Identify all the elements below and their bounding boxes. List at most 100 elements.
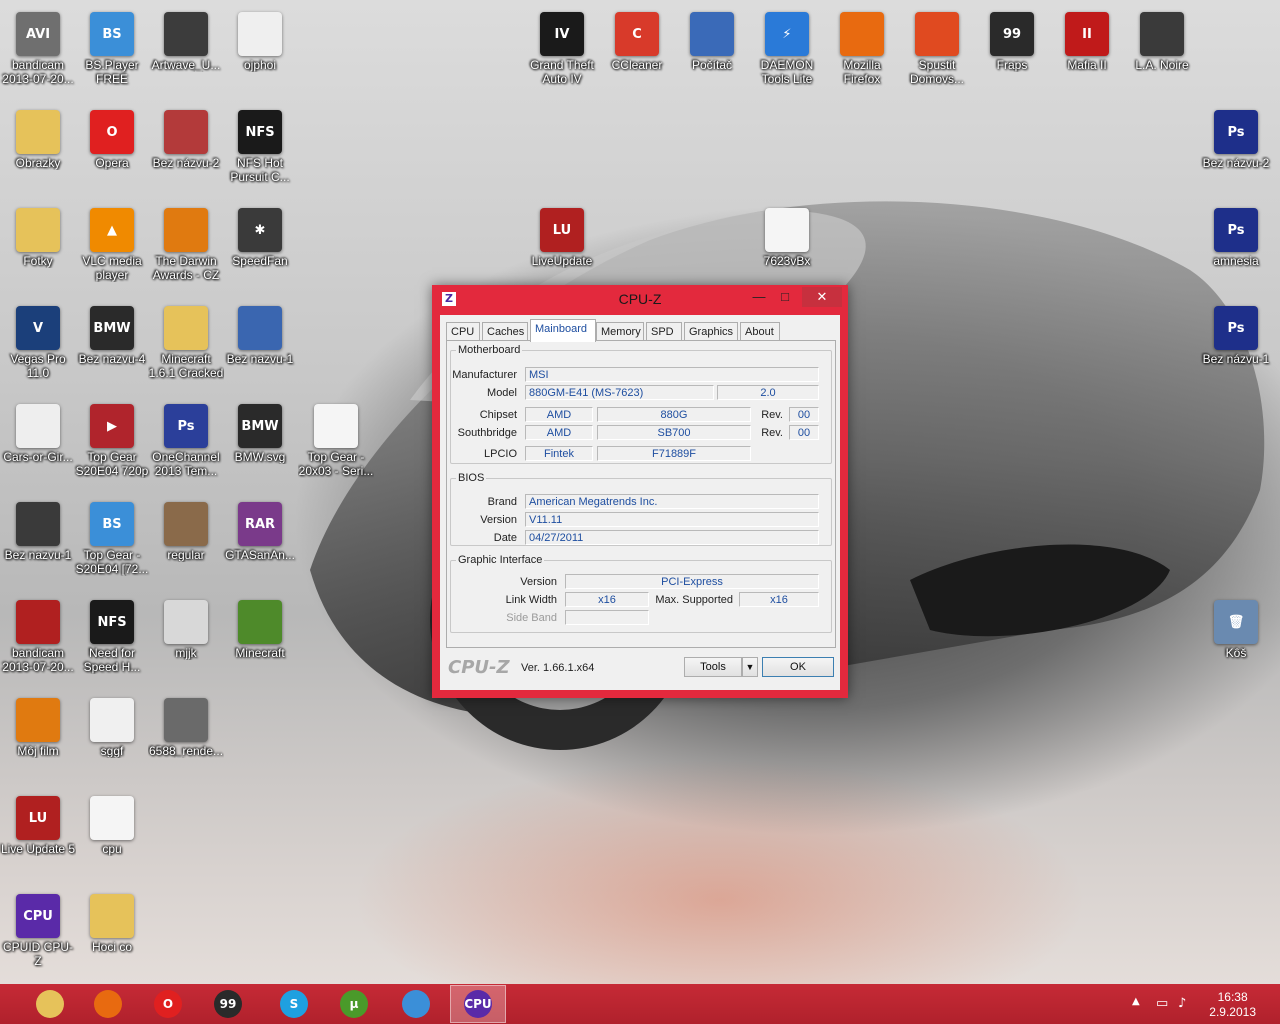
desktop-icon[interactable]: cpu	[74, 792, 150, 888]
desktop-icon-label: Spustit Domovs...	[909, 58, 964, 86]
desktop-icon[interactable]: Ps Bez názvu-2	[1198, 106, 1274, 202]
desktop-icon[interactable]: IV Grand Theft Auto IV	[524, 8, 600, 104]
desktop-icon[interactable]: ▲ VLC media player	[74, 204, 150, 300]
desktop-icon[interactable]: sggf	[74, 694, 150, 790]
desktop-icon[interactable]: Spustit Domovs...	[899, 8, 975, 104]
desktop-icon[interactable]: regular	[148, 498, 224, 594]
taskbar-cpu-z-button[interactable]: CPU	[450, 985, 506, 1023]
desktop-icon[interactable]: 6588_rende...	[148, 694, 224, 790]
desktop-icon[interactable]: ojphoi	[222, 8, 298, 104]
ok-button[interactable]: OK	[762, 657, 834, 677]
tools-button[interactable]: Tools	[684, 657, 742, 677]
desktop-icon[interactable]: Ps Bez názvu-1	[1198, 302, 1274, 398]
desktop-icon[interactable]: bandicam 2013-07-20...	[0, 596, 76, 692]
tab-about[interactable]: About	[740, 322, 780, 341]
chipset-vendor-value: AMD	[525, 407, 593, 422]
desktop-icon[interactable]: CPU CPUID CPU-Z	[0, 890, 76, 986]
tab-spd[interactable]: SPD	[646, 322, 682, 341]
volume-icon[interactable]: ♪	[1178, 996, 1186, 1011]
taskbar-file-explorer-button[interactable]	[22, 985, 78, 1023]
desktop-icon-label: Minecraft	[235, 646, 285, 660]
minimize-icon[interactable]: —	[746, 287, 772, 307]
desktop-icon[interactable]: Minecraft	[222, 596, 298, 692]
desktop-icon[interactable]: Obrazky	[0, 106, 76, 202]
taskbar-opera-button[interactable]: O	[140, 985, 196, 1023]
desktop-icon[interactable]: C CCleaner	[599, 8, 675, 104]
desktop-icon[interactable]: Hoci co	[74, 890, 150, 986]
taskbar-fraps-button[interactable]: 99	[200, 985, 256, 1023]
desktop-icon-label: sggf	[100, 744, 124, 758]
desktop-icon[interactable]: Mozilla Firefox	[824, 8, 900, 104]
desktop-app-icon	[164, 698, 208, 742]
firefox-icon	[94, 990, 122, 1018]
desktop-icon[interactable]: Bez nazvu-1	[222, 302, 298, 398]
desktop-icon[interactable]: 🗑 Kôš	[1198, 596, 1274, 692]
close-button[interactable]: ✕	[802, 287, 842, 307]
tray-expand-icon[interactable]: ▲	[1132, 996, 1140, 1007]
tab-cpu[interactable]: CPU	[446, 322, 480, 341]
version-text: Ver. 1.66.1.x64	[521, 662, 595, 674]
bios-date-label: Date	[493, 532, 517, 544]
desktop-icon[interactable]: Artwave_U...	[148, 8, 224, 104]
desktop-icon[interactable]: RAR GTASanAn...	[222, 498, 298, 594]
desktop-app-icon	[90, 698, 134, 742]
desktop-icon[interactable]: Bez nazvu-1	[0, 498, 76, 594]
desktop-icon[interactable]: Počítač	[674, 8, 750, 104]
desktop-icon-label: Need for Speed H...	[83, 646, 141, 674]
desktop-icon-label: Bez názvu-1	[1202, 352, 1270, 366]
desktop-icon[interactable]: ▶ Top Gear S20E04 720p	[74, 400, 150, 496]
desktop-icon-label: mjjk	[175, 646, 197, 660]
taskbar-bsplayer-button[interactable]	[388, 985, 444, 1023]
desktop-icon[interactable]: ⚡ DAEMON Tools Lite	[749, 8, 825, 104]
taskbar-skype-button[interactable]: S	[266, 985, 322, 1023]
network-icon[interactable]: ▭	[1156, 996, 1168, 1011]
desktop-icon[interactable]: O Opera	[74, 106, 150, 202]
desktop-icon-label: NFS Hot Pursuit C...	[230, 156, 290, 184]
desktop-icon[interactable]: Cars-or-Gir...	[0, 400, 76, 496]
desktop-icon-label: The Darwin Awards - CZ	[152, 254, 220, 282]
desktop-icon[interactable]: V Vegas Pro 11.0	[0, 302, 76, 398]
clock-time: 16:38	[1217, 990, 1248, 1004]
tab-mainboard[interactable]: Mainboard	[530, 319, 596, 342]
chipset-rev-value: 00	[789, 407, 819, 422]
desktop-icon-label: regular	[167, 548, 205, 562]
opera-icon: O	[154, 990, 182, 1018]
desktop-icon[interactable]: Top Gear - 20x03 - Seri...	[298, 400, 374, 496]
desktop-icon[interactable]: BS Top Gear - S20E04 [72...	[74, 498, 150, 594]
desktop-icon-label: BS.Player FREE	[85, 58, 139, 86]
desktop-icon[interactable]: 99 Fraps	[974, 8, 1050, 104]
desktop-icon[interactable]: Ps OneChannel 2013 Tem...	[148, 400, 224, 496]
tools-dropdown-chevron-icon[interactable]: ▼	[742, 657, 758, 677]
tab-caches[interactable]: Caches	[482, 322, 528, 341]
desktop-icon[interactable]: BS BS.Player FREE	[74, 8, 150, 104]
desktop-icon[interactable]: NFS NFS Hot Pursuit C...	[222, 106, 298, 202]
desktop-icon-label: ojphoi	[243, 58, 277, 72]
desktop-icon[interactable]: Môj film	[0, 694, 76, 790]
clock[interactable]: 16:38 2.9.2013	[1209, 990, 1256, 1020]
desktop-icon[interactable]: NFS Need for Speed H...	[74, 596, 150, 692]
desktop-icon[interactable]: Ps amnesia	[1198, 204, 1274, 300]
desktop-icon[interactable]: L.A. Noire	[1124, 8, 1200, 104]
tab-memory[interactable]: Memory	[596, 322, 644, 341]
desktop-icon[interactable]: ✱ SpeedFan	[222, 204, 298, 300]
maximize-icon[interactable]: □	[772, 287, 798, 307]
taskbar-firefox-button[interactable]	[80, 985, 136, 1023]
title-bar[interactable]: Z CPU-Z — □ ✕	[432, 285, 848, 313]
manufacturer-value: MSI	[525, 367, 819, 382]
tab-graphics[interactable]: Graphics	[684, 322, 738, 341]
cpuz-window[interactable]: Z CPU-Z — □ ✕ CPU Caches Mainboard Memor…	[432, 285, 848, 698]
desktop-icon[interactable]: AVI bandicam 2013-07-20...	[0, 8, 76, 104]
desktop-icon[interactable]: II Mafia II	[1049, 8, 1125, 104]
desktop-app-icon: RAR	[238, 502, 282, 546]
desktop-icon[interactable]: The Darwin Awards - CZ	[148, 204, 224, 300]
desktop-icon[interactable]: Fotky	[0, 204, 76, 300]
desktop-icon-label: Artwave_U...	[151, 58, 221, 72]
desktop-icon[interactable]: Minecraft 1.6.1 Cracked	[148, 302, 224, 398]
taskbar-utorrent-button[interactable]: µ	[326, 985, 382, 1023]
desktop-icon[interactable]: BMW Bez nazvu-4	[74, 302, 150, 398]
desktop-icon[interactable]: LU Live Update 5	[0, 792, 76, 888]
desktop-icon-label: SpeedFan	[232, 254, 288, 268]
desktop-icon[interactable]: Bez názvu-2	[148, 106, 224, 202]
desktop-icon[interactable]: BMW BMW.svg	[222, 400, 298, 496]
desktop-icon[interactable]: mjjk	[148, 596, 224, 692]
